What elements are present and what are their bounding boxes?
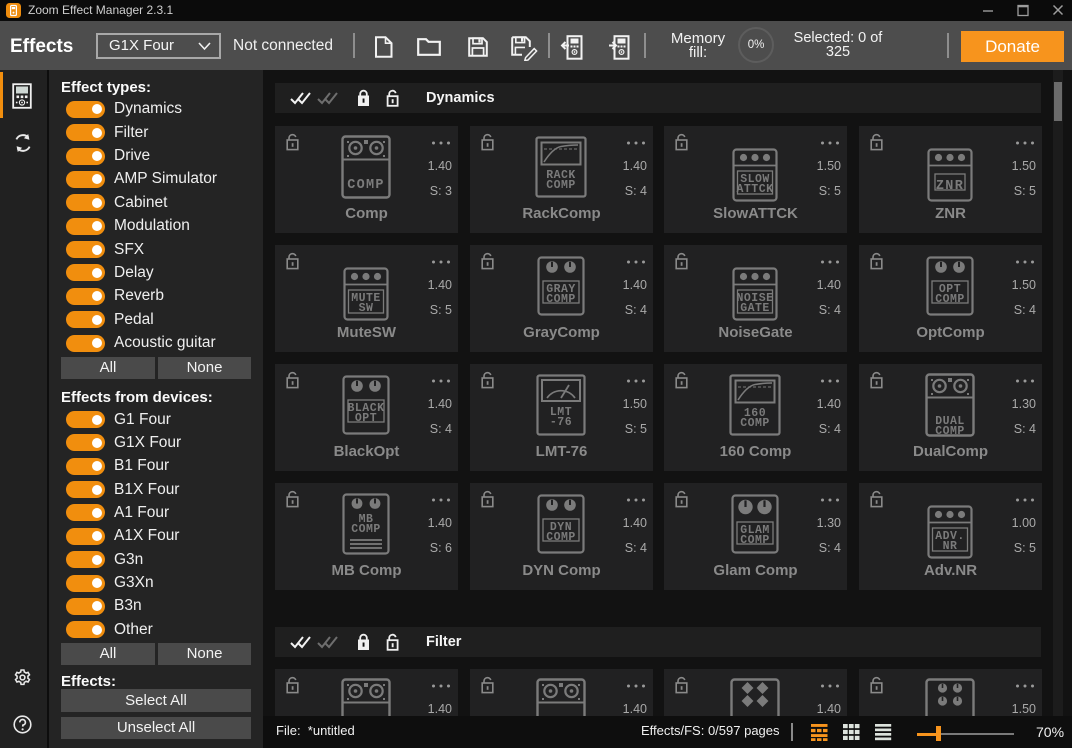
svg-text:ZNR: ZNR bbox=[936, 179, 964, 194]
svg-text:COMP: COMP bbox=[740, 534, 770, 547]
svg-text:OPT: OPT bbox=[355, 412, 377, 425]
svg-text:COMP: COMP bbox=[351, 523, 381, 536]
svg-text:COMP: COMP bbox=[740, 417, 770, 430]
svg-text:COMP: COMP bbox=[546, 179, 576, 192]
svg-text:ATTCK: ATTCK bbox=[736, 183, 773, 196]
svg-text:GATE: GATE bbox=[740, 302, 770, 315]
svg-text:NR: NR bbox=[943, 540, 958, 553]
svg-text:COMP: COMP bbox=[546, 531, 576, 544]
svg-text:COMP: COMP bbox=[347, 178, 385, 193]
svg-text:COMP: COMP bbox=[935, 425, 965, 437]
svg-text:-76: -76 bbox=[550, 416, 572, 429]
svg-text:COMP: COMP bbox=[935, 293, 965, 306]
svg-text:SW: SW bbox=[359, 302, 374, 315]
svg-text:COMP: COMP bbox=[546, 293, 576, 306]
